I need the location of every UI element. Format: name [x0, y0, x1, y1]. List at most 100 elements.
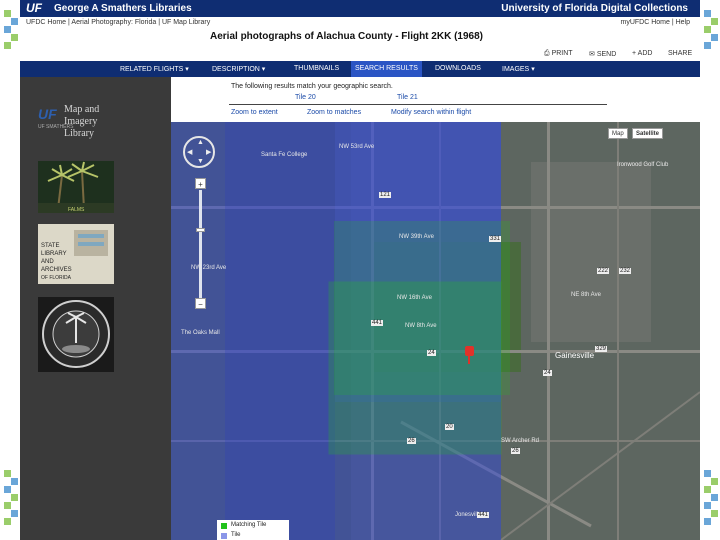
browser-page: UF George A Smathers Libraries Universit…	[20, 0, 700, 540]
plus-icon: +	[632, 50, 637, 57]
map-label: Gainesville	[555, 351, 595, 360]
matching-tile-label: Matching Tile	[231, 522, 267, 528]
breadcrumb-aerial-photography[interactable]: Aerial Photography: Florida	[71, 19, 156, 26]
myufdc-home-link[interactable]: myUFDC Home	[620, 19, 669, 26]
highway-shield: 24	[427, 350, 436, 356]
tab-description[interactable]: DESCRIPTION ▾	[212, 65, 265, 73]
matching-tile-swatch	[221, 523, 227, 529]
tile-20-link[interactable]: Tile 20	[295, 94, 316, 101]
map-imagery-library-logo[interactable]: UF UF SMATHERS Map and Imagery Library	[34, 102, 124, 148]
pan-down-icon[interactable]: ▼	[197, 158, 204, 165]
florida-state-seal-thumbnail[interactable]	[38, 297, 114, 372]
tab-downloads[interactable]: DOWNLOADS	[435, 65, 481, 72]
send-label: SEND	[596, 51, 617, 58]
highway-shield: 441	[477, 512, 490, 518]
zoom-to-matches-link[interactable]: Zoom to matches	[307, 109, 361, 116]
logo-line-3: Library	[64, 128, 94, 139]
modify-search-link[interactable]: Modify search within flight	[391, 109, 471, 116]
map-type-satellite-button[interactable]: Satellite	[632, 128, 664, 139]
highway-shield: 121	[379, 192, 392, 198]
zoom-out-button[interactable]: −	[195, 298, 206, 309]
logo-text: Map and Imagery Library	[64, 104, 99, 140]
send-button[interactable]: ✉ SEND	[589, 50, 616, 58]
divider	[229, 104, 607, 105]
tab-related-flights[interactable]: RELATED FLIGHTS ▾	[120, 65, 189, 73]
library-name[interactable]: George A Smathers Libraries	[54, 3, 192, 14]
tab-images[interactable]: IMAGES ▾	[502, 65, 535, 73]
page-title: Aerial photographs of Alachua County - F…	[210, 31, 483, 42]
site-name[interactable]: University of Florida Digital Collection…	[501, 3, 688, 14]
palm-trees-image: FALMS	[38, 161, 114, 213]
tile-21-link[interactable]: Tile 21	[397, 94, 418, 101]
highway-shield: 232	[619, 268, 632, 274]
state-library-line-4: ARCHIVES	[41, 267, 72, 273]
highway-shield: 26	[407, 438, 416, 444]
tab-search-results[interactable]: SEARCH RESULTS	[351, 61, 422, 77]
pan-right-icon[interactable]: ▶	[206, 148, 211, 156]
share-button[interactable]: SHARE	[668, 50, 692, 57]
state-library-image: STATE LIBRARY AND ARCHIVES OF FLORIDA	[38, 224, 114, 284]
chevron-down-icon: ▾	[185, 66, 189, 73]
pan-up-icon[interactable]: ▲	[197, 139, 204, 146]
printer-icon: ⎙	[544, 50, 550, 57]
florida-seal-icon	[38, 297, 114, 372]
map-type-map-button[interactable]: Map	[608, 128, 628, 139]
map-legend: Matching Tile Tile	[217, 520, 289, 540]
state-library-line-2: LIBRARY	[41, 251, 67, 257]
title-bar: Aerial photographs of Alachua County - F…	[20, 29, 700, 47]
decorative-border-left	[0, 0, 20, 540]
tile-label: Tile	[231, 532, 241, 538]
tab-thumbnails[interactable]: THUMBNAILS	[294, 65, 339, 72]
results-map[interactable]: Map Satellite ▲ ▼ ◀ ▶ + − NW 53rd Ave NW…	[171, 122, 700, 540]
pan-left-icon[interactable]: ◀	[187, 148, 192, 156]
breadcrumb-map-library[interactable]: UF Map Library	[162, 19, 210, 26]
action-bar: ⎙ PRINT ✉ SEND + ADD SHARE	[20, 47, 700, 61]
search-results-header: The following results match your geograp…	[171, 77, 700, 121]
logo-line-2: Imagery	[64, 116, 98, 127]
breadcrumb: UFDC Home | Aerial Photography: Florida …	[20, 17, 700, 29]
state-library-line-1: STATE	[41, 243, 59, 249]
map-label: NW 8th Ave	[405, 323, 437, 329]
highway-shield: 329	[595, 346, 608, 352]
state-library-line-3: AND	[41, 259, 54, 265]
map-label: NW 53rd Ave	[339, 144, 375, 150]
highway-shield: 441	[371, 320, 384, 326]
chevron-down-icon: ▾	[531, 66, 535, 73]
site-header: UF George A Smathers Libraries Universit…	[20, 0, 700, 17]
breadcrumb-links: UFDC Home | Aerial Photography: Florida …	[26, 19, 210, 26]
highway-shield: 331	[489, 236, 502, 242]
logo-uf: UF	[38, 106, 57, 122]
map-label: NW 23rd Ave	[191, 265, 227, 271]
highway-shield: 24	[543, 370, 552, 376]
map-label: Ironwood Golf Club	[617, 162, 669, 168]
zoom-slider-handle[interactable]	[196, 228, 205, 232]
add-label: ADD	[637, 50, 653, 57]
print-label: PRINT	[551, 50, 573, 57]
uf-logo[interactable]: UF	[26, 1, 42, 15]
highway-shield: 20	[445, 424, 454, 430]
envelope-icon: ✉	[589, 51, 595, 58]
state-library-archives-thumbnail[interactable]: STATE LIBRARY AND ARCHIVES OF FLORIDA	[38, 224, 114, 284]
sidebar: UF UF SMATHERS Map and Imagery Library F…	[20, 77, 171, 540]
share-label: SHARE	[668, 50, 693, 57]
account-links: myUFDC Home | Help	[620, 19, 690, 26]
item-nav-bar: RELATED FLIGHTS ▾ DESCRIPTION ▾ THUMBNAI…	[20, 61, 700, 77]
zoom-in-button[interactable]: +	[195, 178, 206, 189]
main-content: The following results match your geograp…	[171, 77, 700, 540]
state-library-line-5: OF FLORIDA	[41, 275, 72, 281]
print-button[interactable]: ⎙ PRINT	[544, 50, 573, 58]
zoom-slider-track[interactable]	[199, 190, 202, 298]
map-label: Santa Fe College	[261, 152, 308, 158]
map-label: NW 16th Ave	[397, 295, 432, 301]
add-button[interactable]: + ADD	[632, 50, 652, 57]
chevron-down-icon: ▾	[261, 66, 266, 73]
zoom-to-extent-link[interactable]: Zoom to extent	[231, 109, 278, 116]
map-label: The Oaks Mall	[181, 330, 220, 336]
breadcrumb-ufdc-home[interactable]: UFDC Home	[26, 19, 66, 26]
tile-swatch	[221, 533, 227, 539]
results-intro: The following results match your geograp…	[231, 83, 393, 90]
decorative-border-right	[700, 0, 720, 540]
help-link[interactable]: Help	[676, 19, 690, 26]
pan-control[interactable]: ▲ ▼ ◀ ▶	[183, 136, 215, 168]
collection-thumbnail-palms[interactable]: FALMS	[38, 161, 114, 213]
